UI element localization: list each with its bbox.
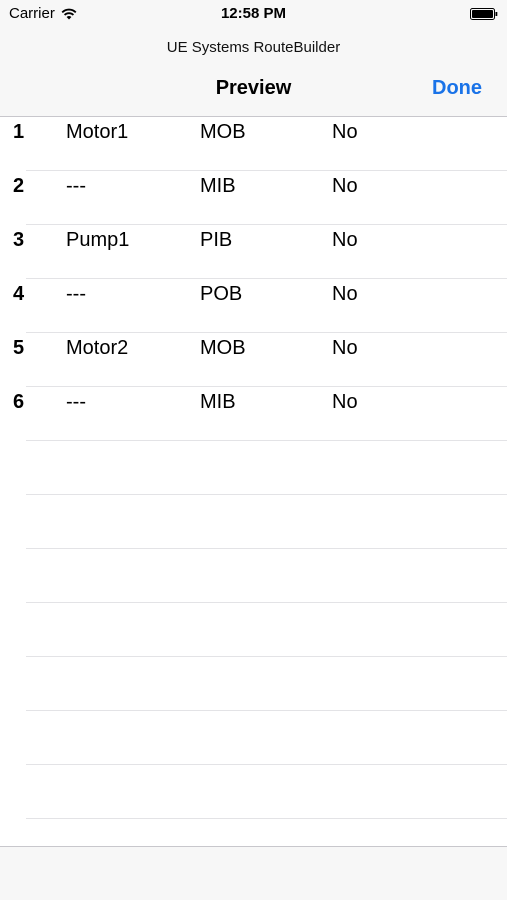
row-name: --- (66, 283, 86, 305)
row-name: Pump1 (66, 229, 130, 251)
row-name: --- (66, 175, 86, 197)
row-name: Motor1 (66, 121, 129, 143)
row-flag: No (332, 121, 358, 143)
row-flag: No (332, 175, 358, 197)
row-number: 2 (13, 175, 25, 197)
empty-row (0, 603, 507, 657)
row-number: 4 (13, 283, 25, 305)
row-flag: No (332, 391, 358, 413)
table-row[interactable]: 5 Motor2 MOB No (0, 333, 507, 387)
page-title: Preview (215, 77, 292, 99)
row-code: POB (200, 283, 243, 305)
row-flag: No (332, 337, 358, 359)
done-button[interactable]: Done (432, 77, 482, 100)
status-bar: Carrier 12:58 PM (0, 0, 507, 28)
navigation-bar: UE Systems RouteBuilder Preview Done (0, 28, 507, 117)
row-name: --- (66, 391, 86, 413)
row-name: Motor2 (66, 337, 129, 359)
empty-row (0, 765, 507, 819)
row-code: MIB (200, 175, 236, 197)
empty-row (0, 495, 507, 549)
row-flag: No (332, 283, 358, 305)
row-code: MOB (200, 121, 246, 143)
row-number: 5 (13, 337, 25, 359)
table-row[interactable]: 6 --- MIB No (0, 387, 507, 441)
empty-row (0, 549, 507, 603)
empty-row (0, 711, 507, 765)
row-flag: No (332, 229, 358, 251)
table-row[interactable]: 2 --- MIB No (0, 171, 507, 225)
bottom-toolbar (0, 846, 507, 900)
app-title: UE Systems RouteBuilder (166, 39, 341, 56)
row-number: 1 (13, 121, 25, 143)
battery-icon (470, 8, 498, 20)
table-row[interactable]: 4 --- POB No (0, 279, 507, 333)
row-code: MOB (200, 337, 246, 359)
row-code: MIB (200, 391, 236, 413)
status-time: 12:58 PM (220, 5, 287, 22)
row-number: 6 (13, 391, 25, 413)
empty-row (0, 657, 507, 711)
row-number: 3 (13, 229, 25, 251)
screen: Carrier 12:58 PM UE Systems RouteBuilder… (0, 0, 507, 900)
empty-row (0, 819, 507, 846)
preview-table[interactable]: 1 Motor1 MOB No 2 --- MIB No 3 Pump1 PIB… (0, 117, 507, 846)
row-code: PIB (200, 229, 233, 251)
table-row[interactable]: 1 Motor1 MOB No (0, 117, 507, 171)
empty-row (0, 441, 507, 495)
table-row[interactable]: 3 Pump1 PIB No (0, 225, 507, 279)
